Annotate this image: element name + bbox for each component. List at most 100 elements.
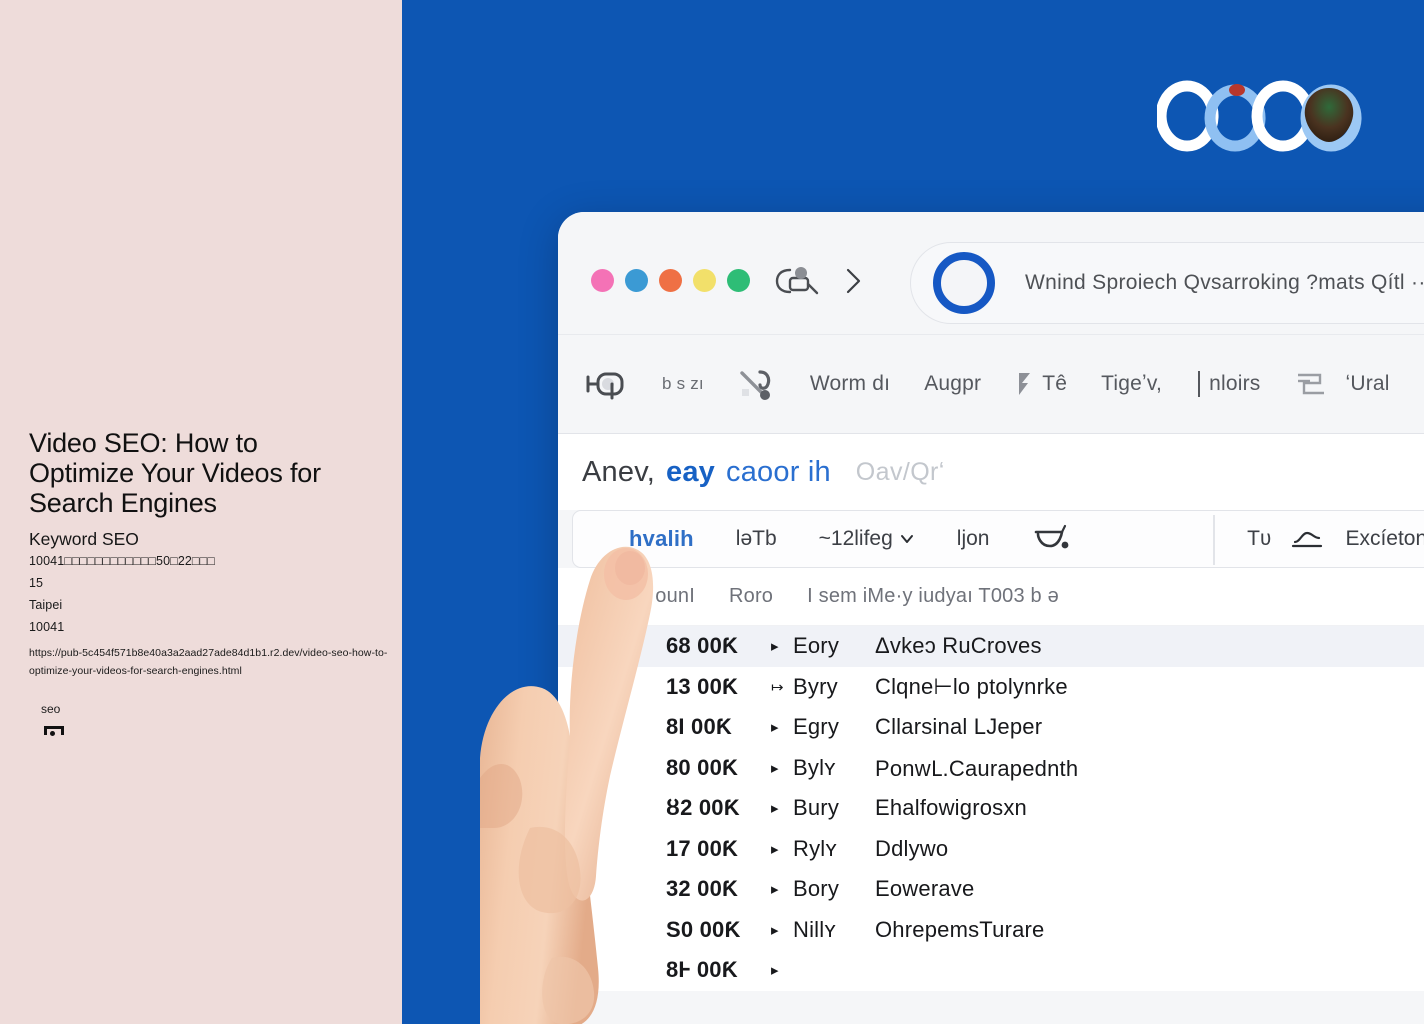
table-row[interactable]: 80 00Ƙ ▸ Bylʏ PonwⳐ.Caurapednth (558, 747, 1424, 788)
window-dot-2[interactable] (625, 269, 648, 292)
column-header-1[interactable]: Hly ounI (620, 585, 695, 608)
column-header-3[interactable]: I sem iMe·y iudyaı T003 b ә (807, 585, 1059, 608)
row-tag: Bylʏ (793, 754, 836, 780)
row-arrow-icon: ▸ (771, 840, 779, 858)
address-bar-text: Wnind Sproiech Qvsarroking ?mats Qítl ··… (1025, 271, 1424, 294)
row-arrow-icon: ▸ (771, 759, 779, 777)
window-dot-3[interactable] (659, 269, 682, 292)
brand-logo (1157, 78, 1367, 158)
row-arrow-icon: ▸ (771, 921, 779, 939)
row-description: Eowerave (875, 876, 975, 902)
row-tag: Bury (793, 795, 840, 821)
cart-icon[interactable] (1032, 524, 1072, 554)
column-header-2[interactable]: Roro (729, 585, 773, 608)
row-description: Cllarsinal LJeper (875, 714, 1043, 740)
toolbar-item-7-label: ʻUral (1345, 372, 1390, 395)
toolbar-item-1[interactable]: b s zı (662, 374, 704, 394)
table-row[interactable]: S0 00Ƙ ▸ Nillʏ OhrepemsTurare (558, 909, 1424, 950)
page-title: Video SEO: How to Optimize Your Videos f… (29, 428, 321, 518)
content-heading: Anev, eay caoor ih Oav/Qrʻ (558, 434, 1424, 510)
chevron-down-icon (900, 535, 913, 543)
table-row[interactable]: 13 00Ƙ ↦ Byry Clqne⊢lo ptolynrke (558, 666, 1424, 707)
postal-line: 10041 (29, 620, 65, 634)
source-url[interactable]: https://pub-5c454f571b8e40a3a2aad27ade84… (29, 644, 391, 680)
toolbar-item-6[interactable]: nloirs (1196, 369, 1260, 399)
window-dot-5[interactable] (727, 269, 750, 292)
tag-label: seo (41, 702, 61, 716)
row-description: OhrepemsTurare (875, 916, 1045, 942)
filter-item-1[interactable]: lәTb (736, 527, 777, 551)
browser-titlebar: Wnind Sproiech Qvsarroking ?mats Qítl ··… (558, 212, 1424, 334)
browser-window: Wnind Sproiech Qvsarroking ?mats Qítl ··… (558, 212, 1424, 1024)
chat-search-icon[interactable] (774, 264, 820, 298)
row-arrow-icon: ▸ (771, 638, 779, 656)
table-body: 68 00Ƙ ▸ Eory Δvkeɔ RuCroves 13 00Ƙ ↦ By… (558, 626, 1424, 991)
left-meta-panel: Video SEO: How to Optimize Your Videos f… (0, 0, 402, 1024)
filter-primary-label[interactable]: hvalih (629, 526, 694, 552)
row-description: Δvkeɔ RuCroves (875, 633, 1042, 659)
table-row[interactable]: 68 00Ƙ ▸ Eory Δvkeɔ RuCroves (558, 626, 1424, 667)
tag-glyph-icon (44, 726, 64, 738)
row-value: 68 00Ƙ (666, 633, 739, 659)
scissors-icon[interactable] (738, 367, 776, 401)
row-arrow-icon: ▸ (771, 719, 779, 737)
table-column-headers: Hly ounI Roro I sem iMe·y iudyaı T003 b … (558, 568, 1424, 626)
filter-right-group: Tʋ Excíetonı (1247, 511, 1424, 567)
row-value: S0 00Ƙ (666, 916, 741, 942)
row-tag: Bory (793, 876, 840, 902)
heading-part-gray: Oav/Qrʻ (855, 457, 945, 486)
toolbar-item-3[interactable]: Augpr (924, 372, 981, 396)
filter-right-item-1[interactable]: Tʋ (1247, 527, 1271, 551)
page-loading-ring-icon (933, 252, 995, 314)
chevron-right-icon[interactable] (842, 264, 864, 298)
table-row[interactable]: 17 00Ƙ ▸ Rylʏ Ddlywo (558, 828, 1424, 869)
toolbar-link-icon[interactable] (582, 367, 628, 401)
toolbar-item-4-label: Tê (1042, 372, 1068, 395)
row-arrow-icon: ▸ (771, 962, 779, 980)
filter-item-3[interactable]: ljon (957, 527, 990, 551)
row-description: Ehalfowigrosxn (875, 795, 1027, 821)
row-tag: Nillʏ (793, 916, 836, 942)
toolbar-item-4[interactable]: Tê (1015, 369, 1067, 399)
row-description: Ddlywo (875, 835, 949, 861)
filter-bar[interactable]: hvalih lәTb ~12lifeg ljon Tʋ Excíeto (572, 510, 1424, 568)
keyword-label: Keyword SEO (29, 529, 139, 549)
filter-item-2[interactable]: ~12lifeg (819, 527, 915, 551)
row-value: 13 00Ƙ (666, 673, 739, 699)
row-tag: Egry (793, 714, 840, 740)
toolbar-item-5[interactable]: Tigeʼv, (1101, 372, 1162, 396)
row-tag: Byry (793, 673, 838, 699)
row-value: 17 00Ƙ (666, 835, 739, 861)
address-bar[interactable]: Wnind Sproiech Qvsarroking ?mats Qítl ··… (910, 242, 1424, 324)
table-row[interactable]: 8I 00Ƙ ▸ Egry Cllarsinal LJeper (558, 707, 1424, 748)
window-dot-1[interactable] (591, 269, 614, 292)
window-controls[interactable] (591, 269, 750, 292)
row-tag: Rylʏ (793, 835, 838, 861)
table-row[interactable]: 8Ⱶ 00Ƙ ▸ (558, 950, 1424, 991)
row-value: 8I 00Ƙ (666, 714, 733, 740)
row-value: 80 00Ƙ (666, 754, 739, 780)
heading-part-dark: Anev, (582, 455, 656, 488)
row-description: PonwⳐ.Caurapednth (875, 755, 1079, 781)
window-dot-4[interactable] (693, 269, 716, 292)
toolbar-item-7[interactable]: ʻUral (1294, 369, 1389, 399)
sort-icon[interactable] (1291, 528, 1325, 550)
row-arrow-icon: ▸ (771, 800, 779, 818)
row-value: 8Ⱶ 00Ƙ (666, 957, 738, 983)
number-line: 15 (29, 576, 44, 590)
nav-icons (774, 264, 864, 298)
address-line: 10041□□□□□□□□□□□□50□22□□□ (29, 554, 215, 568)
table-row[interactable]: 32 00Ƙ ▸ Bory Eowerave (558, 869, 1424, 910)
row-tag: Eory (793, 633, 840, 659)
row-value: ȣ2 00Ƙ (666, 795, 740, 821)
row-arrow-icon: ↦ (771, 678, 784, 696)
meta-block: Video SEO: How to Optimize Your Videos f… (29, 428, 395, 680)
table-row[interactable]: ȣ2 00Ƙ ▸ Bury Ehalfowigrosxn (558, 788, 1424, 829)
filter-item-2-label: ~12lifeg (818, 527, 893, 550)
filter-separator (1213, 515, 1215, 565)
toolbar-item-2[interactable]: Worm dı (810, 372, 890, 396)
row-arrow-icon: ▸ (771, 881, 779, 899)
heading-part-blue-bold: eay (666, 455, 716, 488)
row-description: Clqne⊢lo ptolynrke (875, 673, 1068, 699)
filter-right-item-2[interactable]: Excíetonı (1345, 527, 1424, 551)
